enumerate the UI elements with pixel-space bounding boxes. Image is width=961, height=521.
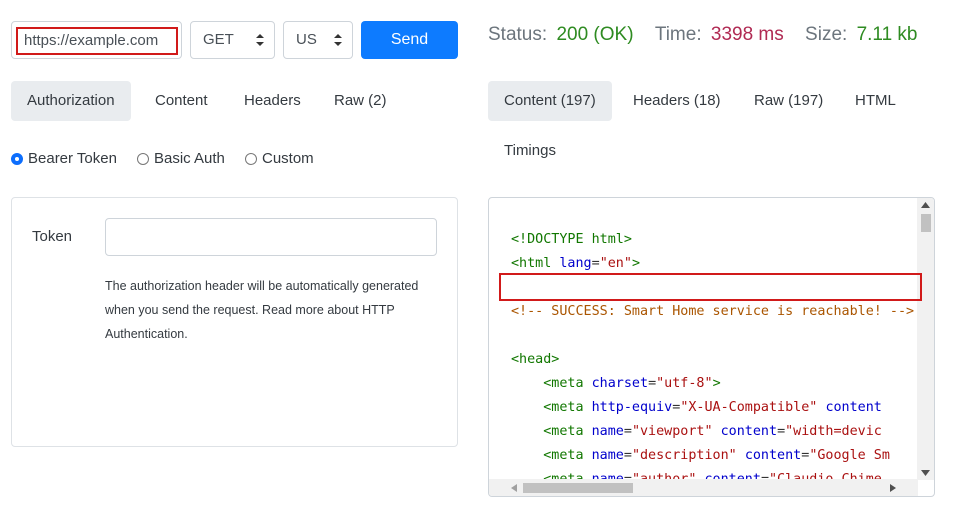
vertical-scroll-thumb[interactable] xyxy=(921,214,931,232)
code-line: <!-- SUCCESS: Smart Home service is reac… xyxy=(511,304,915,319)
radio-custom[interactable]: Custom xyxy=(245,150,314,167)
code-line: <meta name="description" content="Google… xyxy=(543,448,890,463)
success-comment-highlight xyxy=(499,273,922,301)
radio-unchecked-icon[interactable] xyxy=(137,153,149,165)
radio-checked-icon[interactable] xyxy=(11,153,23,165)
horizontal-scrollbar[interactable] xyxy=(489,479,918,496)
tab-authorization[interactable]: Authorization xyxy=(11,81,131,121)
send-button[interactable]: Send xyxy=(361,21,458,59)
url-field[interactable]: https://example.com xyxy=(11,21,182,59)
time-label: Time: xyxy=(654,24,702,45)
help-link[interactable]: Authentication. xyxy=(105,322,440,346)
size-label: Size: xyxy=(805,24,848,45)
vertical-scrollbar[interactable] xyxy=(917,198,934,480)
method-value: GET xyxy=(203,31,234,48)
region-select[interactable]: US xyxy=(283,21,353,59)
url-value[interactable]: https://example.com xyxy=(16,27,178,55)
token-label: Token xyxy=(32,228,73,245)
scroll-right-icon[interactable] xyxy=(890,484,896,492)
tab-content[interactable]: Content xyxy=(139,81,224,121)
help-line: when you send the request. Read more abo… xyxy=(105,303,395,317)
response-status-bar: Status: 200 (OK) Time: 3398 ms Size: 7.1… xyxy=(488,22,918,48)
region-value: US xyxy=(296,31,317,48)
tab-response-raw[interactable]: Raw (197) xyxy=(738,81,839,121)
response-body-viewer[interactable]: <!DOCTYPE html> <html lang="en"> <!-- SUC… xyxy=(488,197,935,497)
scroll-down-icon[interactable] xyxy=(921,470,930,476)
code-line: <!DOCTYPE html> xyxy=(511,232,632,247)
tab-response-timings[interactable]: Timings xyxy=(488,131,572,171)
response-code: <!DOCTYPE html> <html lang="en"> <!-- SUC… xyxy=(511,204,916,496)
code-line: <head> xyxy=(511,352,560,367)
horizontal-scroll-thumb[interactable] xyxy=(523,483,633,493)
help-line: The authorization header will be automat… xyxy=(105,279,419,293)
radio-label: Custom xyxy=(262,150,314,167)
tab-raw[interactable]: Raw (2) xyxy=(318,81,403,121)
tab-response-headers[interactable]: Headers (18) xyxy=(617,81,737,121)
radio-label: Basic Auth xyxy=(154,150,225,167)
radio-unchecked-icon[interactable] xyxy=(245,153,257,165)
tab-response-content[interactable]: Content (197) xyxy=(488,81,612,121)
method-select[interactable]: GET xyxy=(190,21,275,59)
radio-basic-auth[interactable]: Basic Auth xyxy=(137,150,225,167)
code-line: <meta http-equiv="X-UA-Compatible" conte… xyxy=(543,400,882,415)
scroll-up-icon[interactable] xyxy=(921,202,930,208)
radio-bearer-token[interactable]: Bearer Token xyxy=(11,150,117,167)
status-label: Status: xyxy=(488,24,548,45)
tab-response-html[interactable]: HTML xyxy=(839,81,912,121)
size-value: 7.11 kb xyxy=(856,24,918,45)
code-line: <meta charset="utf-8"> xyxy=(543,376,721,391)
token-input[interactable] xyxy=(105,218,437,256)
time-value: 3398 ms xyxy=(710,24,784,45)
select-caret-icon xyxy=(256,34,264,46)
scroll-left-icon[interactable] xyxy=(511,484,517,492)
select-caret-icon xyxy=(334,34,342,46)
code-line: <meta name="viewport" content="width=dev… xyxy=(543,424,882,439)
tab-headers[interactable]: Headers xyxy=(228,81,317,121)
auth-help-text: The authorization header will be automat… xyxy=(105,274,440,346)
status-value: 200 (OK) xyxy=(556,24,634,45)
radio-label: Bearer Token xyxy=(28,150,117,167)
